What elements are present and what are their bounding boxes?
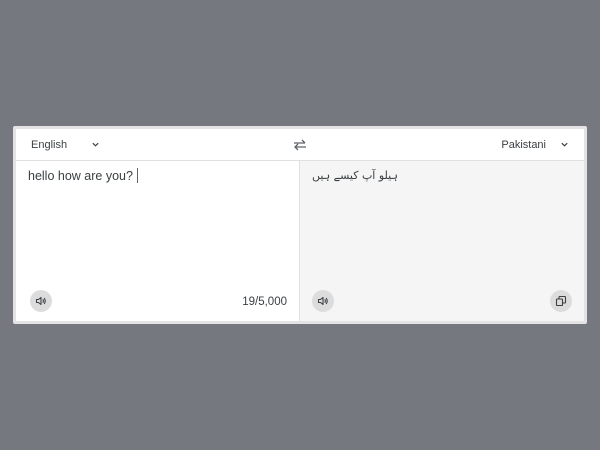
translation-panel: ہیلو آپ کیسے ہیں: [300, 161, 584, 321]
target-language-label: Pakistani: [501, 138, 546, 151]
swap-arrows-icon: [294, 139, 306, 151]
source-language-label: English: [31, 138, 68, 151]
target-listen-button[interactable]: [312, 290, 334, 312]
chevron-down-icon: [92, 142, 99, 147]
target-language-select[interactable]: Pakistani: [501, 129, 569, 160]
copy-translation-button[interactable]: [550, 290, 572, 312]
language-bar: English Pakistani: [16, 129, 584, 161]
source-text-input[interactable]: hello how are you?: [28, 168, 138, 183]
source-listen-button[interactable]: [30, 290, 52, 312]
character-count: 19/5,000: [242, 296, 287, 308]
source-text: hello how are you?: [28, 168, 133, 183]
translator-card: English Pakistani hello how are you? 19/…: [13, 126, 587, 324]
text-caret: [136, 168, 138, 183]
source-text-panel[interactable]: hello how are you? 19/5,000: [16, 161, 300, 321]
speaker-icon: [317, 296, 328, 306]
copy-icon: [555, 295, 567, 307]
translated-text: ہیلو آپ کیسے ہیں: [312, 169, 398, 182]
swap-languages-button[interactable]: [291, 136, 309, 154]
chevron-down-icon: [561, 142, 568, 147]
source-language-select[interactable]: English: [31, 129, 100, 160]
speaker-icon: [35, 296, 46, 306]
